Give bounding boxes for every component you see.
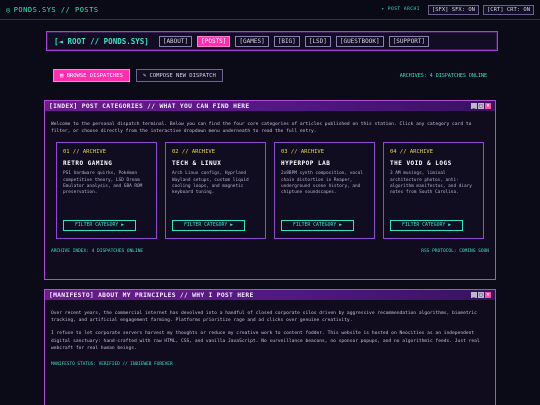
minimize-icon[interactable]: _ (471, 292, 477, 298)
filter-category-button[interactable]: FILTER CATEGORY ▶ (390, 220, 463, 232)
brand-title[interactable]: ◎ PONDS.SYS // POSTS (6, 6, 99, 14)
nav-support[interactable]: [SUPPORT] (388, 35, 430, 47)
main-nav: [◄ ROOT // PONDS.SYS] [ABOUT] [POSTS] [G… (46, 31, 498, 51)
brand-label: PONDS.SYS // POSTS (13, 5, 99, 14)
terminal-icon: ◎ (6, 5, 11, 14)
card-number: 03 // ARCHIVE (281, 149, 325, 156)
manifesto-paragraph-2: I refuse to let corporate servers harves… (51, 331, 480, 351)
crt-toggle[interactable]: [CRT] CRT: ON (482, 4, 534, 15)
index-intro: Welcome to the personal dispatch termina… (51, 122, 472, 135)
card-description: 2x8BPM synth composition, vocal chain di… (281, 171, 363, 196)
top-controls: ✦ POST ARCHI [SFX] SFX: ON [CRT] CRT: ON (381, 4, 534, 15)
archive-index-status: ARCHIVE INDEX: 4 DISPATCHES ONLINE (51, 249, 144, 255)
nav-games[interactable]: [GAMES] (235, 35, 269, 47)
close-icon[interactable]: × (485, 292, 491, 298)
card-title: THE VOID & LOGS (390, 160, 452, 168)
filter-category-button[interactable]: FILTER CATEGORY ▶ (172, 220, 245, 232)
card-number: 01 // ARCHIVE (63, 149, 107, 156)
minimize-icon[interactable]: _ (471, 103, 477, 109)
index-panel-titlebar: [INDEX] POST CATEGORIES // WHAT YOU CAN … (45, 101, 495, 111)
compose-dispatch-button[interactable]: ✎ COMPOSE NEW DISPATCH (135, 69, 223, 82)
card-description: Arch Linux configs, Hyprland Wayland set… (172, 171, 249, 196)
maximize-icon[interactable]: □ (478, 103, 484, 109)
archive-count: ARCHIVES: 4 DISPATCHES ONLINE (399, 73, 487, 79)
card-number: 04 // ARCHIVE (390, 149, 434, 156)
index-panel-footer: ARCHIVE INDEX: 4 DISPATCHES ONLINE RSS P… (51, 249, 489, 254)
nav-lsd[interactable]: [LSD] (304, 35, 331, 47)
nav-about[interactable]: [ABOUT] (158, 35, 193, 47)
card-number: 02 // ARCHIVE (172, 149, 216, 156)
card-description: 3 AM musings, liminal architecture photo… (390, 171, 472, 196)
manifesto-status: MANIFESTO STATUS: VERIFIED // INDIEWEB F… (51, 362, 173, 368)
rss-status: RSS PROTOCOL: COMING SOON (421, 249, 489, 255)
index-panel: [INDEX] POST CATEGORIES // WHAT YOU CAN … (44, 100, 496, 280)
category-card-void-logs[interactable]: 04 // ARCHIVE THE VOID & LOGS 3 AM musin… (383, 142, 484, 240)
sfx-toggle[interactable]: [SFX] SFX: ON (427, 4, 479, 15)
filter-category-button[interactable]: FILTER CATEGORY ▶ (281, 220, 354, 232)
close-icon[interactable]: × (485, 103, 491, 109)
category-card-retro-gaming[interactable]: 01 // ARCHIVE RETRO GAMING PS1 hardware … (56, 142, 157, 240)
index-panel-title: [INDEX] POST CATEGORIES // WHAT YOU CAN … (49, 102, 250, 110)
nav-posts[interactable]: [POSTS] (197, 35, 231, 47)
post-archive-link[interactable]: ✦ POST ARCHI (381, 7, 420, 12)
window-controls: _ □ × (471, 292, 491, 298)
card-title: HYPERPOP LAB (281, 160, 331, 168)
window-controls: _ □ × (471, 103, 491, 109)
manifesto-panel-title: [MANIFESTO] ABOUT MY PRINCIPLES // WHY I… (49, 291, 254, 299)
browse-dispatches-button[interactable]: ▤ BROWSE DISPATCHES (53, 69, 130, 82)
action-buttons: ▤ BROWSE DISPATCHES ✎ COMPOSE NEW DISPAT… (53, 69, 223, 82)
category-card-tech-linux[interactable]: 02 // ARCHIVE TECH & LINUX Arch Linux co… (165, 142, 266, 240)
card-description: PS1 hardware quirks, Pokémon competitive… (63, 171, 143, 196)
manifesto-panel-titlebar: [MANIFESTO] ABOUT MY PRINCIPLES // WHY I… (45, 290, 495, 300)
category-cards: 01 // ARCHIVE RETRO GAMING PS1 hardware … (56, 142, 495, 240)
manifesto-panel: [MANIFESTO] ABOUT MY PRINCIPLES // WHY I… (44, 289, 496, 405)
category-card-hyperpop-lab[interactable]: 03 // ARCHIVE HYPERPOP LAB 2x8BPM synth … (274, 142, 375, 240)
filter-category-button[interactable]: FILTER CATEGORY ▶ (63, 220, 136, 232)
nav-big[interactable]: [BIG] (273, 35, 300, 47)
card-title: RETRO GAMING (63, 160, 113, 168)
top-bar: ◎ PONDS.SYS // POSTS ✦ POST ARCHI [SFX] … (0, 0, 540, 20)
nav-root-link[interactable]: [◄ ROOT // PONDS.SYS] (54, 37, 149, 46)
nav-guestbook[interactable]: [GUESTBOOK] (335, 35, 384, 47)
manifesto-paragraph-1: Over recent years, the commercial intern… (51, 311, 477, 324)
maximize-icon[interactable]: □ (478, 292, 484, 298)
card-title: TECH & LINUX (172, 160, 222, 168)
